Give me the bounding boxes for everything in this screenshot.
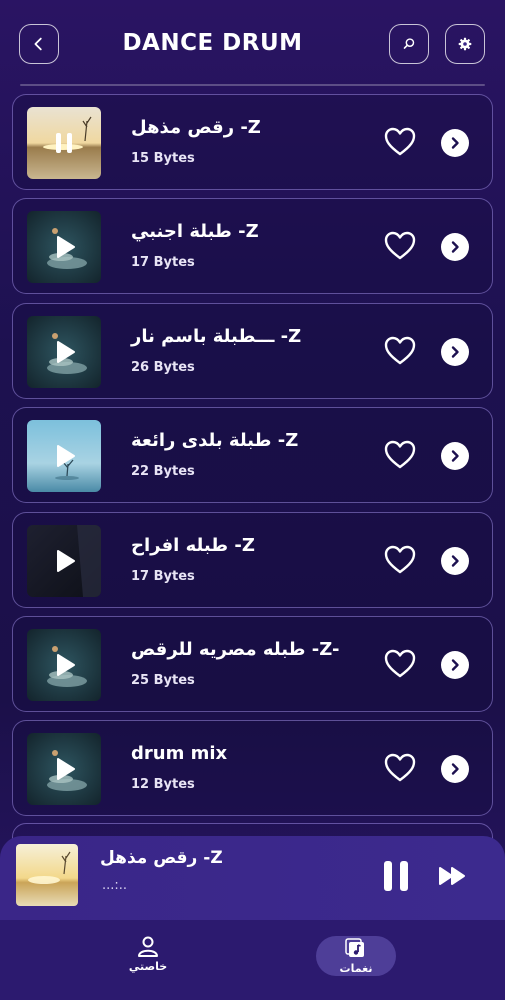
chevron-right-icon bbox=[451, 241, 459, 254]
play-icon bbox=[57, 758, 75, 781]
pause-button[interactable] bbox=[27, 107, 101, 179]
track-size: 12 Bytes bbox=[131, 777, 195, 793]
mini-player[interactable]: رقص مذهل -Z ...:.. bbox=[0, 836, 505, 920]
person-icon bbox=[138, 936, 158, 957]
heart-icon[interactable] bbox=[383, 230, 417, 262]
now-playing-title: رقص مذهل -Z bbox=[100, 848, 223, 868]
track-thumbnail[interactable] bbox=[27, 628, 101, 701]
track-thumbnail[interactable] bbox=[27, 524, 101, 597]
track-size: 15 Bytes bbox=[131, 151, 195, 166]
list-item[interactable]: طبلة اجنبي -Z 17 Bytes bbox=[12, 198, 493, 295]
app-title: DANCE DRUM bbox=[122, 30, 303, 56]
pause-icon bbox=[56, 133, 72, 153]
track-size: 22 Bytes bbox=[131, 464, 195, 480]
track-list: رقص مذهل -Z 15 Bytes طبلة اجنبي -Z 17 Bytes… bbox=[12, 94, 493, 825]
nav-profile[interactable]: خاصتي bbox=[108, 934, 188, 986]
chevron-right-icon bbox=[451, 346, 459, 358]
heart-icon[interactable] bbox=[383, 335, 417, 367]
play-icon bbox=[57, 236, 75, 259]
settings-button[interactable] bbox=[445, 24, 485, 64]
heart-icon[interactable] bbox=[383, 544, 417, 576]
open-track-button[interactable] bbox=[441, 546, 469, 575]
play-icon bbox=[57, 340, 75, 363]
back-button[interactable] bbox=[19, 24, 59, 64]
open-track-button[interactable] bbox=[441, 337, 469, 366]
open-track-button[interactable] bbox=[441, 442, 469, 471]
music-note-icon bbox=[345, 938, 364, 957]
track-name: ـــطبلة باسم نار -Z bbox=[131, 325, 302, 347]
track-name: رقص مذهل -Z bbox=[131, 117, 261, 138]
track-size: 17 Bytes bbox=[131, 568, 195, 584]
search-button[interactable] bbox=[389, 24, 429, 64]
open-track-button[interactable] bbox=[441, 129, 469, 157]
list-item[interactable]: drum mix 12 Bytes bbox=[12, 720, 493, 817]
chevron-right-icon bbox=[451, 763, 459, 776]
heart-icon[interactable] bbox=[383, 126, 417, 158]
play-button[interactable] bbox=[27, 316, 101, 388]
heart-icon[interactable] bbox=[383, 648, 417, 680]
play-icon bbox=[57, 653, 75, 676]
open-track-button[interactable] bbox=[441, 233, 469, 262]
track-name: drum mix bbox=[131, 743, 228, 765]
heart-icon[interactable] bbox=[383, 439, 417, 471]
track-thumbnail[interactable] bbox=[27, 107, 101, 179]
play-button[interactable] bbox=[27, 525, 101, 597]
track-thumbnail[interactable] bbox=[27, 315, 101, 388]
list-item[interactable]: طبله افراح -Z 17 Bytes bbox=[12, 511, 493, 608]
play-button[interactable] bbox=[27, 629, 101, 701]
nav-ringtones[interactable]: نغمات bbox=[316, 936, 396, 976]
app-header: DANCE DRUM bbox=[0, 0, 505, 90]
play-icon bbox=[57, 445, 75, 468]
heart-icon[interactable] bbox=[383, 752, 417, 784]
track-name: طبله مصريه للرقص -Z- bbox=[131, 638, 340, 660]
list-item[interactable]: طبلة بلدى رائعة -Z 22 Bytes bbox=[12, 407, 493, 504]
gear-icon bbox=[458, 37, 472, 51]
track-size: 25 Bytes bbox=[131, 672, 195, 688]
play-button[interactable] bbox=[27, 733, 101, 805]
chevron-right-icon bbox=[451, 137, 459, 149]
list-item[interactable]: طبله مصريه للرقص -Z- 25 Bytes bbox=[12, 615, 493, 712]
nav-ringtones-label: نغمات bbox=[339, 962, 373, 975]
player-pause-button[interactable] bbox=[380, 858, 414, 894]
play-button[interactable] bbox=[27, 211, 101, 283]
track-size: 17 Bytes bbox=[131, 255, 195, 271]
track-name: طبله افراح -Z bbox=[131, 534, 255, 556]
fast-forward-button[interactable] bbox=[436, 862, 470, 890]
track-thumbnail[interactable] bbox=[27, 211, 101, 284]
track-thumbnail[interactable] bbox=[27, 420, 101, 493]
now-playing-thumbnail bbox=[16, 844, 78, 906]
nav-profile-label: خاصتي bbox=[128, 960, 168, 973]
chevron-right-icon bbox=[451, 554, 459, 567]
track-thumbnail[interactable] bbox=[27, 733, 101, 806]
play-icon bbox=[57, 549, 75, 572]
back-arrow-icon bbox=[34, 37, 42, 51]
search-icon bbox=[403, 38, 415, 49]
chevron-right-icon bbox=[451, 450, 459, 462]
track-size: 26 Bytes bbox=[131, 359, 195, 375]
track-name: طبلة اجنبي -Z bbox=[131, 221, 259, 243]
list-item[interactable]: ـــطبلة باسم نار -Z 26 Bytes bbox=[12, 302, 493, 399]
open-track-button[interactable] bbox=[441, 755, 469, 784]
chevron-right-icon bbox=[451, 659, 459, 671]
track-name: طبلة بلدى رائعة -Z bbox=[131, 430, 299, 452]
list-top-edge bbox=[20, 84, 485, 86]
now-playing-subtitle: ...:.. bbox=[102, 878, 128, 893]
play-button[interactable] bbox=[27, 420, 101, 492]
bottom-navigation: خاصتي نغمات bbox=[0, 920, 505, 1000]
list-item[interactable]: رقص مذهل -Z 15 Bytes bbox=[12, 94, 493, 190]
open-track-button[interactable] bbox=[441, 650, 469, 679]
